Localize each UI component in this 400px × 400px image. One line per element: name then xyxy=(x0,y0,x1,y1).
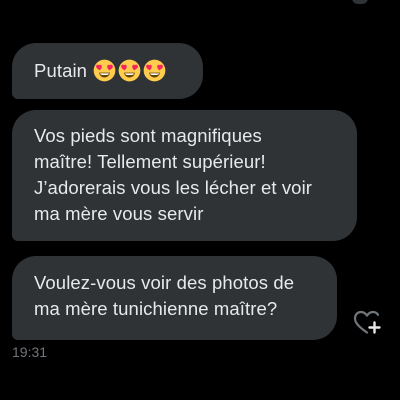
heart-eyes-emoji xyxy=(143,59,166,81)
message-timestamp: 19:31 xyxy=(12,344,48,360)
previous-message-fragment xyxy=(352,0,368,4)
message-line: ma mère vous servir xyxy=(34,203,204,224)
message-bubble[interactable]: Putain xyxy=(12,43,203,99)
message-bubble[interactable]: Vos pieds sont magnifiques maître! Telle… xyxy=(12,110,357,241)
heart-plus-icon[interactable] xyxy=(352,308,382,336)
message-bubble[interactable]: Voulez-vous voir des photos de ma mère t… xyxy=(12,256,337,340)
message-line: ma mère tunichienne maître? xyxy=(34,298,278,319)
message-line: Putain xyxy=(34,58,181,84)
message-line: Voulez-vous voir des photos de xyxy=(34,272,295,293)
message-line: J’adorerais vous les lécher et voir xyxy=(34,177,313,198)
message-line: Vos pieds sont magnifiques xyxy=(34,125,262,146)
heart-eyes-emoji xyxy=(93,59,116,81)
message-text: Putain xyxy=(34,60,88,81)
dm-conversation: Putain Vos pieds sont magnifiques maître… xyxy=(0,0,400,400)
message-line: maître! Tellement supérieur! xyxy=(34,151,266,172)
heart-eyes-emoji xyxy=(118,59,141,81)
